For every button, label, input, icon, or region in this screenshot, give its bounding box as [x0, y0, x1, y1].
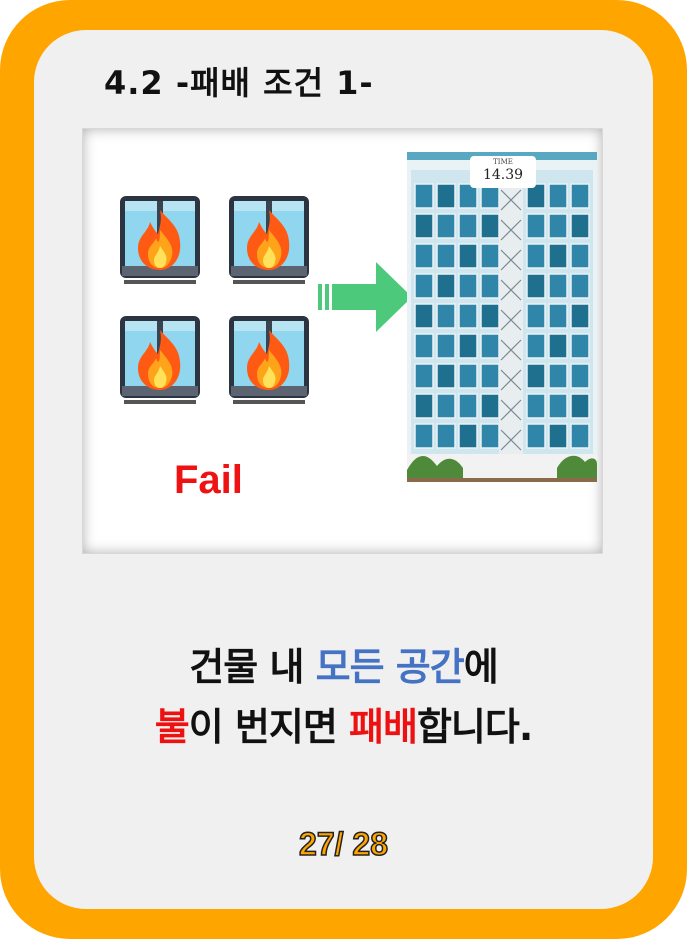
building-window — [458, 243, 478, 269]
timer-display: TIME 14.39 — [470, 156, 536, 188]
building-window — [414, 423, 434, 449]
building-window — [480, 363, 500, 389]
building-window — [480, 393, 500, 419]
timer-value: 14.39 — [482, 167, 524, 183]
building-window — [548, 303, 568, 329]
building-window — [548, 393, 568, 419]
fire-window-icon — [229, 316, 309, 404]
building-window — [526, 363, 546, 389]
building-window — [414, 393, 434, 419]
building-window — [480, 213, 500, 239]
building-window — [548, 213, 568, 239]
building-window — [414, 303, 434, 329]
building-window — [526, 333, 546, 359]
timer-label: TIME — [493, 158, 513, 166]
building-window — [414, 363, 434, 389]
building-window — [458, 303, 478, 329]
fire-window-icon — [229, 196, 309, 284]
building-window — [548, 183, 568, 209]
building-window — [570, 243, 590, 269]
building-window — [480, 243, 500, 269]
building-image — [407, 152, 597, 482]
page-indicator: 27/ 28 — [298, 825, 388, 863]
building-window — [458, 213, 478, 239]
building-window — [458, 273, 478, 299]
building-window — [480, 333, 500, 359]
message-text: 합니다. — [416, 705, 533, 749]
building-window — [570, 423, 590, 449]
building-window — [458, 363, 478, 389]
message-line-1: 건물 내 모든 공간에 — [34, 636, 653, 691]
building-window — [436, 303, 456, 329]
page-title: 4.2 -패배 조건 1- — [104, 64, 374, 102]
building-window — [526, 303, 546, 329]
message-highlight-blue: 모든 공간 — [315, 645, 465, 689]
message-text: 건물 내 — [189, 645, 316, 689]
building-window — [548, 333, 568, 359]
building-window — [526, 213, 546, 239]
right-arrow-icon — [318, 262, 412, 332]
building-window — [548, 423, 568, 449]
building-window — [458, 423, 478, 449]
message-highlight-red: 패배 — [349, 705, 418, 749]
building-window — [570, 363, 590, 389]
building-window — [570, 183, 590, 209]
building-window — [436, 333, 456, 359]
building-window — [414, 213, 434, 239]
building-window — [436, 393, 456, 419]
building-window — [414, 243, 434, 269]
building-window — [526, 273, 546, 299]
building-window — [526, 393, 546, 419]
building-window — [570, 393, 590, 419]
building-window — [526, 423, 546, 449]
building-window — [570, 273, 590, 299]
message-line-2: 불이 번지면 패배합니다. — [34, 696, 653, 751]
building-window — [526, 243, 546, 269]
building-window — [548, 243, 568, 269]
building-window — [480, 423, 500, 449]
building-window — [570, 333, 590, 359]
building-window — [414, 273, 434, 299]
building-window — [570, 213, 590, 239]
building-window — [480, 273, 500, 299]
building-window — [480, 303, 500, 329]
building-window — [436, 273, 456, 299]
fail-label: Fail — [174, 458, 243, 502]
building-window — [458, 393, 478, 419]
building-window — [570, 303, 590, 329]
building-window — [436, 243, 456, 269]
fire-window-icon — [120, 196, 200, 284]
building-window — [436, 423, 456, 449]
message-text: 에 — [463, 645, 499, 689]
fire-window-icon — [120, 316, 200, 404]
message-highlight-red: 불 — [154, 705, 190, 749]
building-window — [414, 183, 434, 209]
building-window — [436, 183, 456, 209]
building-window — [548, 273, 568, 299]
message-text: 이 번지면 — [188, 705, 350, 749]
building-window — [548, 363, 568, 389]
building-window — [436, 213, 456, 239]
building-window — [414, 333, 434, 359]
building-window — [458, 333, 478, 359]
building-window — [436, 363, 456, 389]
